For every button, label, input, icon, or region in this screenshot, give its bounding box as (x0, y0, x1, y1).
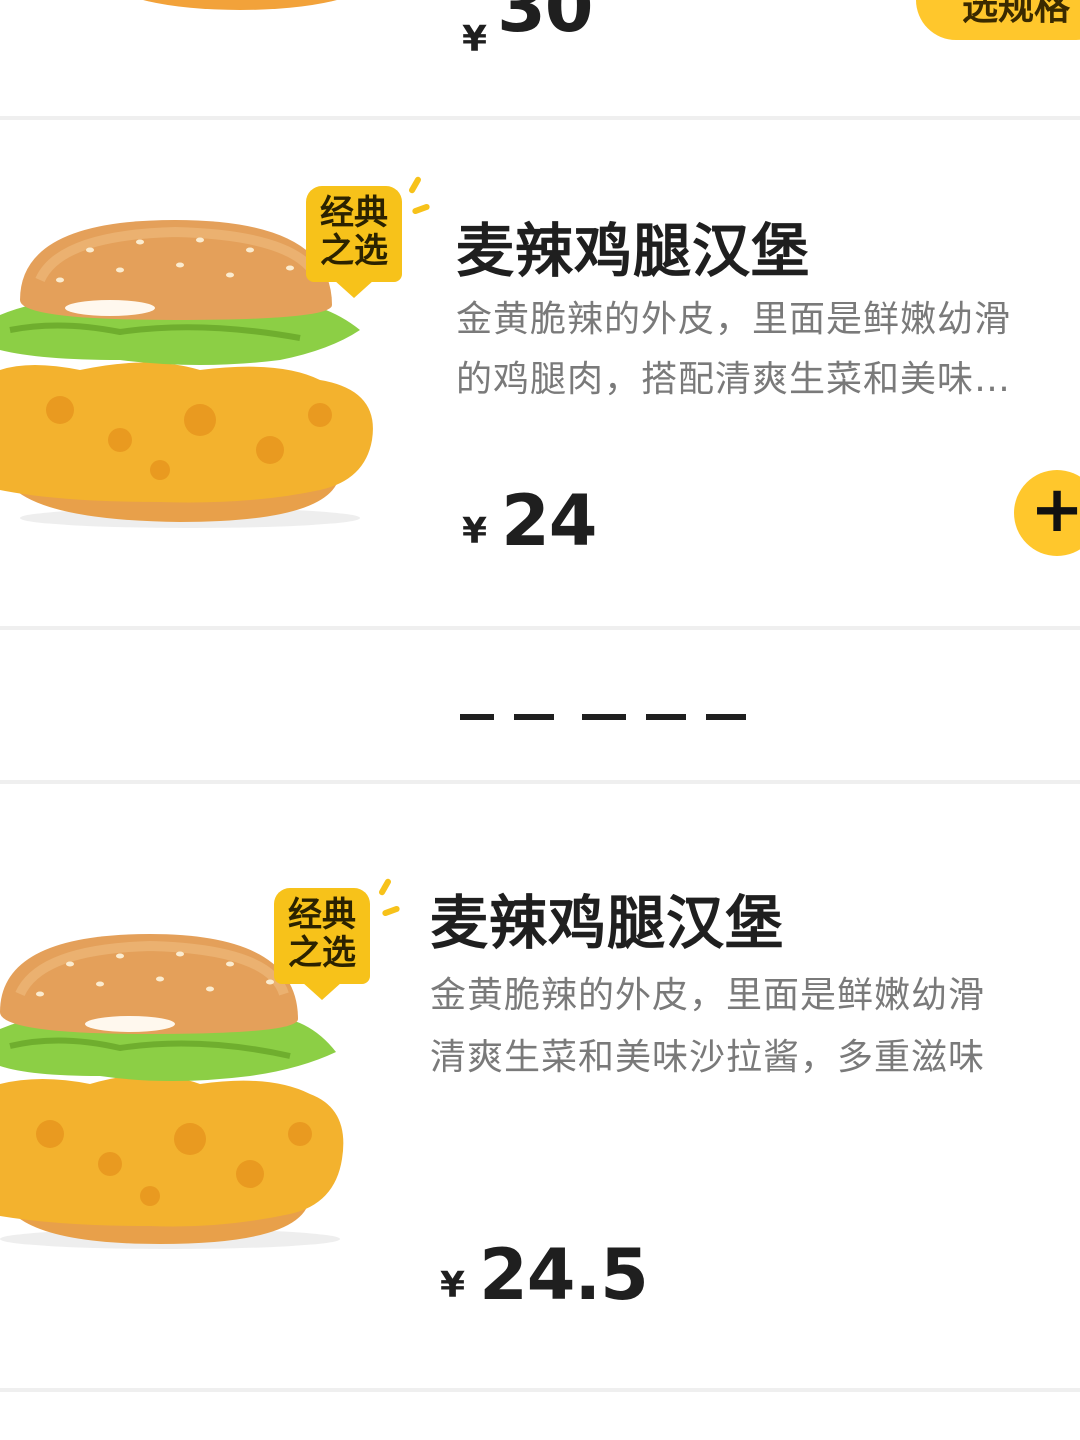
product-price: 24 (501, 480, 597, 562)
badge-sparkle-icon (381, 905, 401, 917)
currency-symbol: ¥ (462, 511, 488, 552)
badge-line2: 之选 (320, 231, 388, 271)
product-price: 24.5 (479, 1234, 649, 1316)
top-burger-image (143, 0, 337, 10)
badge-line1: 经典 (320, 193, 388, 233)
divider (0, 1388, 1080, 1392)
badge-sparkle-icon (407, 175, 423, 195)
cut-off-title-fragment (460, 714, 750, 722)
product-card[interactable]: 经典 之选 麦辣鸡腿汉堡 金黄脆辣的外皮，里面是鲜嫩幼滑 的鸡腿肉，搭配清爽生菜… (0, 120, 1080, 628)
top-price: 30 (497, 0, 593, 48)
currency-symbol: ¥ (440, 1265, 466, 1306)
product-description-line1: 金黄脆辣的外皮，里面是鲜嫩幼滑 (456, 299, 1012, 340)
badge-line2: 之选 (288, 933, 356, 973)
product-description-line2: 的鸡腿肉，搭配清爽生菜和美味… (456, 359, 1012, 400)
classic-choice-badge: 经典 之选 (274, 888, 370, 1000)
classic-choice-badge: 经典 之选 (306, 186, 402, 298)
badge-sparkle-icon (411, 203, 431, 215)
product-title: 麦辣鸡腿汉堡 (430, 889, 785, 957)
add-to-cart-button[interactable]: + (1014, 470, 1080, 556)
select-spec-button[interactable]: 选规格 (916, 0, 1080, 40)
product-description-line1: 金黄脆辣的外皮，里面是鲜嫩幼滑 (430, 975, 986, 1016)
badge-line1: 经典 (288, 895, 356, 935)
product-description-line2: 清爽生菜和美味沙拉酱，多重滋味 (430, 1037, 986, 1078)
product-title: 麦辣鸡腿汉堡 (456, 217, 811, 285)
top-product-card[interactable]: ¥ 30 选规格 (0, 0, 1080, 118)
top-currency: ¥ (462, 19, 488, 60)
product-card[interactable]: 经典 之选 麦辣鸡腿汉堡 金黄脆辣的外皮，里面是鲜嫩幼滑 清爽生菜和美味沙拉酱，… (0, 784, 1080, 1388)
badge-sparkle-icon (377, 877, 393, 897)
obscured-card-area (0, 630, 1080, 780)
